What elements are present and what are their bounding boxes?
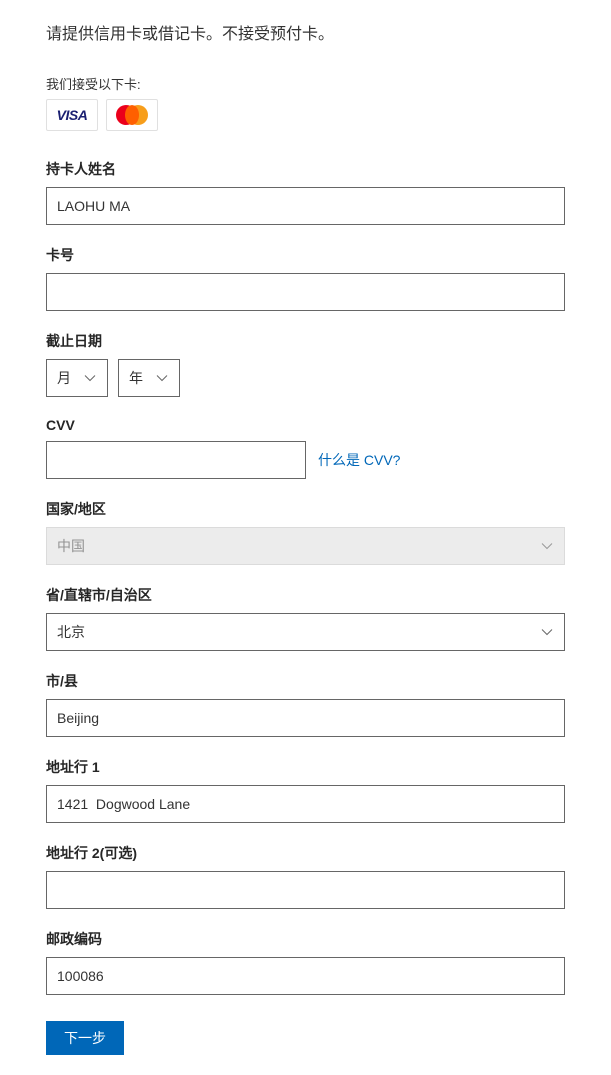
address2-label: 地址行 2(可选) bbox=[46, 843, 565, 863]
cvv-input[interactable] bbox=[46, 441, 306, 479]
city-input[interactable] bbox=[46, 699, 565, 737]
country-select: 中国 bbox=[46, 527, 565, 565]
mastercard-logo bbox=[106, 99, 158, 131]
card-number-label: 卡号 bbox=[46, 245, 565, 265]
expiry-label: 截止日期 bbox=[46, 331, 565, 351]
card-number-input[interactable] bbox=[46, 273, 565, 311]
visa-icon: VISA bbox=[57, 107, 88, 123]
cvv-label: CVV bbox=[46, 417, 565, 433]
postal-input[interactable] bbox=[46, 957, 565, 995]
cardholder-label: 持卡人姓名 bbox=[46, 159, 565, 179]
address2-input[interactable] bbox=[46, 871, 565, 909]
province-label: 省/直辖市/自治区 bbox=[46, 585, 565, 605]
accepted-cards-label: 我们接受以下卡: bbox=[46, 74, 565, 93]
cvv-help-link[interactable]: 什么是 CVV? bbox=[318, 450, 400, 470]
address1-input[interactable] bbox=[46, 785, 565, 823]
visa-logo: VISA bbox=[46, 99, 98, 131]
address1-label: 地址行 1 bbox=[46, 757, 565, 777]
expiry-month-select[interactable]: 月 bbox=[46, 359, 108, 397]
postal-label: 邮政编码 bbox=[46, 929, 565, 949]
cardholder-input[interactable] bbox=[46, 187, 565, 225]
next-button[interactable]: 下一步 bbox=[46, 1021, 124, 1055]
instructions-text: 请提供信用卡或借记卡。不接受预付卡。 bbox=[46, 20, 565, 44]
province-select[interactable]: 北京 bbox=[46, 613, 565, 651]
mastercard-icon bbox=[116, 105, 148, 125]
country-label: 国家/地区 bbox=[46, 499, 565, 519]
card-logos-row: VISA bbox=[46, 99, 565, 131]
city-label: 市/县 bbox=[46, 671, 565, 691]
expiry-year-select[interactable]: 年 bbox=[118, 359, 180, 397]
